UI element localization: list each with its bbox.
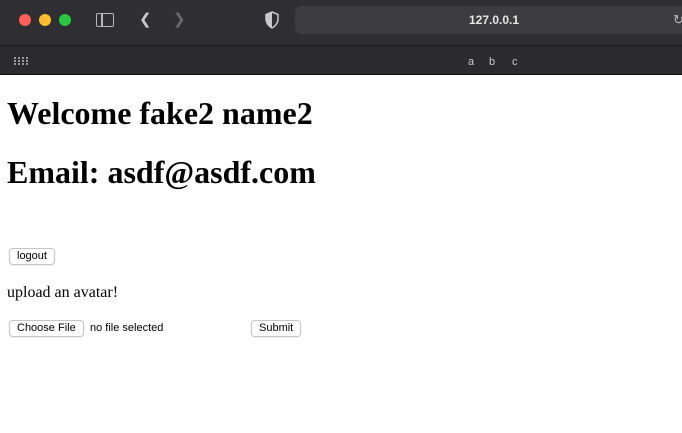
upload-avatar-label: upload an avatar! [7,284,119,301]
address-bar[interactable]: 127.0.0.1 ↻ [295,6,682,34]
sidebar-toggle-icon[interactable] [96,13,114,27]
address-text: 127.0.0.1 [469,13,520,27]
browser-chrome: ❮ ❯ 127.0.0.1 ↻ a b c [0,0,682,75]
minimize-window-button[interactable] [39,14,51,26]
apps-grid-icon[interactable] [14,57,28,67]
submit-button[interactable]: Submit [251,320,302,337]
titlebar: ❮ ❯ 127.0.0.1 ↻ [0,0,682,44]
welcome-heading: Welcome fake2 name2 [7,95,313,131]
bookmark-b[interactable]: b [489,56,495,68]
back-arrow-icon[interactable]: ❮ [139,11,153,29]
file-status-text: no file selected [90,322,164,334]
bookmark-c[interactable]: c [512,56,518,68]
bookmark-a[interactable]: a [468,56,474,68]
email-heading: Email: asdf@asdf.com [7,154,316,190]
close-window-button[interactable] [19,14,31,26]
bookmarks-bar: a b c [0,45,682,75]
logout-button[interactable]: logout [9,248,55,265]
page-content: Welcome fake2 name2 Email: asdf@asdf.com… [0,75,682,433]
maximize-window-button[interactable] [59,14,71,26]
choose-file-button[interactable]: Choose File [9,320,84,337]
reload-icon[interactable]: ↻ [673,12,682,28]
shield-icon[interactable] [264,11,280,29]
forward-arrow-icon[interactable]: ❯ [173,11,187,29]
